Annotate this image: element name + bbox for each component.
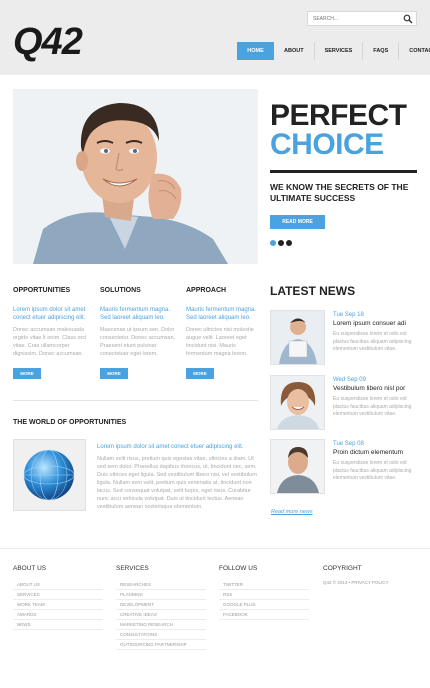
more-button[interactable]: MORE xyxy=(100,368,128,379)
footer-link[interactable]: CREATIVE IDEAS xyxy=(116,610,206,620)
footer-copyright: COPYRIGHT Q42 © 2013 • PRIVACY POLICY xyxy=(323,565,413,585)
world-body: Nullam velit risus, pretium quis egestas… xyxy=(97,456,257,510)
copyright-text[interactable]: Q42 © 2013 • PRIVACY POLICY xyxy=(323,580,413,585)
search-input[interactable] xyxy=(308,12,398,25)
search-icon[interactable] xyxy=(403,14,413,24)
slider-dot-2[interactable] xyxy=(278,240,284,246)
news-date: Tue Sep 08 xyxy=(333,441,364,447)
hero-title-line2: CHOICE xyxy=(270,128,384,161)
slider-dot-1[interactable] xyxy=(270,240,276,246)
news-headline[interactable]: Lorem ipsum consuer adi xyxy=(333,320,406,327)
site-header: Q42 HOME ABOUT SERVICES FAQS CONTACTS xyxy=(0,0,430,75)
footer-link[interactable]: TWITTER xyxy=(219,580,309,590)
footer-link[interactable]: NEWS xyxy=(13,620,103,630)
footer-link[interactable]: RSS xyxy=(219,590,309,600)
world-section-title: THE WORLD OF OPPORTUNITIES xyxy=(13,419,127,426)
footer-services: SERVICES RESEARCHES PLANNING DEVELOPMENT… xyxy=(116,565,206,650)
footer-column-title: COPYRIGHT xyxy=(323,565,362,572)
read-more-news-link[interactable]: Read more news xyxy=(271,509,313,515)
footer-link[interactable]: DEVELOPMENT xyxy=(116,600,206,610)
footer-link[interactable]: WORK TEAM xyxy=(13,600,103,610)
news-thumbnail[interactable] xyxy=(270,375,325,430)
footer-link[interactable]: OUTSOURCING PARTNERSHIP xyxy=(116,640,206,650)
footer-link[interactable]: FACEBOOK xyxy=(219,610,309,620)
news-item[interactable]: Tue Sep 18 Lorem ipsum consuer adi Eu su… xyxy=(270,310,420,365)
column-lead[interactable]: Lorem ipsum dolor sit amet conect etuer … xyxy=(13,306,89,322)
footer-link[interactable]: ABOUT US xyxy=(13,580,103,590)
search-box[interactable] xyxy=(307,11,417,26)
news-headline[interactable]: Vestibulum libero nisl por xyxy=(333,385,405,392)
news-thumbnail[interactable] xyxy=(270,439,325,494)
footer-link[interactable]: CONSULTATIONS xyxy=(116,630,206,640)
news-date: Wed Sep 09 xyxy=(333,377,366,383)
more-button[interactable]: MORE xyxy=(186,368,214,379)
world-lead[interactable]: Lorem ipsum dolor sit amet conect etuer … xyxy=(97,443,257,451)
news-title: LATEST NEWS xyxy=(270,284,356,298)
column-body: Donec ultricies nisi molestie augue veli… xyxy=(186,327,254,357)
news-item[interactable]: Tue Sep 08 Proin dictum elementum Eu sus… xyxy=(270,439,420,494)
column-lead[interactable]: Mauris fermentum magna. Sed laoreet aliq… xyxy=(186,306,262,322)
footer-column-title: FOLLOW US xyxy=(219,565,258,572)
main-nav: HOME ABOUT SERVICES FAQS CONTACTS xyxy=(237,42,430,60)
footer-link[interactable]: GOOGLE PLUS xyxy=(219,600,309,610)
section-divider xyxy=(13,400,258,401)
hero-subtitle: WE KNOW THE SECRETS OF THE ULTIMATE SUCC… xyxy=(270,182,409,203)
footer-link[interactable]: RESEARCHES xyxy=(116,580,206,590)
footer-column-title: ABOUT US xyxy=(13,565,47,572)
news-date: Tue Sep 18 xyxy=(333,312,364,318)
column-body: Donec accumsan malesuada orgido vitae lt… xyxy=(13,327,87,357)
column-opportunities: OPPORTUNITIES Lorem ipsum dolor sit amet… xyxy=(13,287,89,379)
column-title: SOLUTIONS xyxy=(100,287,141,294)
column-title: OPPORTUNITIES xyxy=(13,287,71,294)
footer-link[interactable]: SERVICES xyxy=(13,590,103,600)
footer-divider xyxy=(0,548,430,549)
nav-faqs[interactable]: FAQS xyxy=(362,42,398,60)
site-logo[interactable]: Q42 xyxy=(13,22,83,62)
footer-column-title: SERVICES xyxy=(116,565,149,572)
footer-about: ABOUT US ABOUT US SERVICES WORK TEAM AWA… xyxy=(13,565,103,630)
nav-home[interactable]: HOME xyxy=(237,42,274,60)
news-headline[interactable]: Proin dictum elementum xyxy=(333,449,403,456)
hero-divider xyxy=(270,170,417,173)
footer-follow: FOLLOW US TWITTER RSS GOOGLE PLUS FACEBO… xyxy=(219,565,309,620)
column-body: Maecenas ut ipsum sen. Dolor consectetur… xyxy=(100,327,176,357)
hero-read-more-button[interactable]: READ MORE xyxy=(270,215,325,229)
footer-link[interactable]: MARKETING RESEARCH xyxy=(116,620,206,630)
column-approach: APPROACH Mauris fermentum magna. Sed lao… xyxy=(186,287,262,379)
column-title: APPROACH xyxy=(186,287,227,294)
slider-dot-3[interactable] xyxy=(286,240,292,246)
nav-contacts[interactable]: CONTACTS xyxy=(398,42,430,60)
column-lead[interactable]: Mauris fermentum magna. Sed laoreet aliq… xyxy=(100,306,176,322)
news-body: Eu suspendisse lorem et odio est plactus… xyxy=(333,460,412,481)
footer-link[interactable]: AWARDS xyxy=(13,610,103,620)
news-item[interactable]: Wed Sep 09 Vestibulum libero nisl por Eu… xyxy=(270,375,420,430)
hero-photo xyxy=(13,89,258,264)
news-body: Eu suspendisse lorem et odio est plactus… xyxy=(333,331,412,352)
nav-about[interactable]: ABOUT xyxy=(274,42,314,60)
nav-services[interactable]: SERVICES xyxy=(313,42,363,60)
news-thumbnail[interactable] xyxy=(270,310,325,365)
globe-image xyxy=(13,439,86,511)
footer-link[interactable]: PLANNING xyxy=(116,590,206,600)
slider-pagination xyxy=(270,240,292,246)
news-body: Eu suspendisse lorem et odio est plactus… xyxy=(333,396,412,417)
column-solutions: SOLUTIONS Mauris fermentum magna. Sed la… xyxy=(100,287,176,379)
more-button[interactable]: MORE xyxy=(13,368,41,379)
